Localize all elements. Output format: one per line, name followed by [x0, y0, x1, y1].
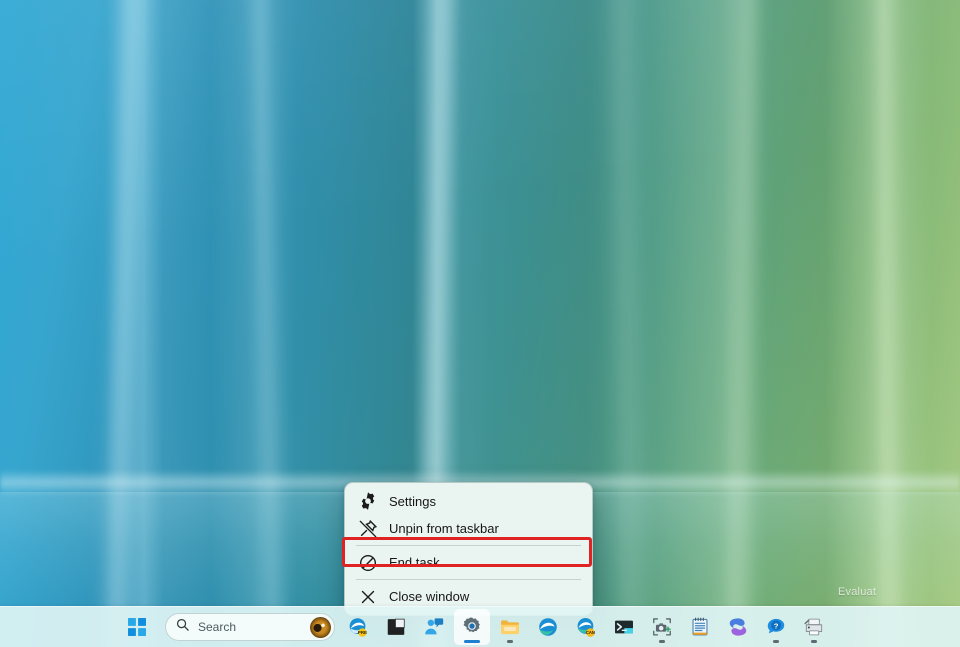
app-running-indicator — [659, 640, 665, 643]
menu-item-unpin-from-taskbar[interactable]: Unpin from taskbar — [345, 515, 592, 542]
terminal-icon — [613, 616, 635, 638]
taskbar-app-edge-pre[interactable]: PRE — [340, 609, 376, 645]
menu-item-label: Unpin from taskbar — [389, 521, 499, 536]
gear-icon — [357, 491, 379, 513]
start-button[interactable] — [119, 609, 155, 645]
app-running-indicator — [811, 640, 817, 643]
desktop[interactable]: Evaluat Settings Unpin from taskbar End … — [0, 0, 960, 647]
menu-separator — [356, 545, 581, 546]
taskbar-app-printer[interactable] — [796, 609, 832, 645]
search-icon — [175, 617, 190, 637]
snipping-tool-icon — [651, 616, 673, 638]
notepad-icon — [689, 616, 711, 638]
printer-icon — [803, 616, 825, 638]
windows-logo-icon — [126, 616, 148, 638]
taskbar-items: Search PRE CAN ? — [0, 609, 833, 645]
taskbar-app-file-manager[interactable] — [378, 609, 414, 645]
unpin-icon — [357, 518, 379, 540]
taskbar-context-menu[interactable]: Settings Unpin from taskbar End task Clo… — [344, 482, 593, 616]
copilot-icon — [727, 616, 749, 638]
svg-text:CAN: CAN — [586, 630, 595, 635]
taskbar-app-get-help[interactable]: ? — [758, 609, 794, 645]
taskbar-app-file-explorer[interactable] — [492, 609, 528, 645]
people-chat-icon — [423, 616, 445, 638]
get-help-icon: ? — [765, 616, 787, 638]
edge-canary-icon: CAN — [575, 616, 597, 638]
taskbar-app-copilot[interactable] — [720, 609, 756, 645]
taskbar-app-edge-canary[interactable]: CAN — [568, 609, 604, 645]
evaluation-copy-watermark: Evaluat — [838, 586, 877, 598]
settings-icon — [461, 616, 483, 638]
app-running-indicator — [773, 640, 779, 643]
taskbar[interactable]: Search PRE CAN ? — [0, 606, 960, 647]
search-input[interactable]: Search — [165, 613, 335, 641]
menu-item-end-task[interactable]: End task — [345, 549, 592, 576]
taskbar-app-terminal[interactable] — [606, 609, 642, 645]
taskbar-app-settings[interactable] — [454, 609, 490, 645]
app-running-indicator — [507, 640, 513, 643]
profile-thumbnail[interactable] — [310, 616, 331, 638]
edge-icon — [537, 616, 559, 638]
menu-separator — [356, 579, 581, 580]
svg-text:PRE: PRE — [358, 630, 367, 635]
menu-item-label: Close window — [389, 589, 470, 604]
edge-pre-icon: PRE — [347, 616, 369, 638]
file-explorer-icon — [499, 616, 521, 638]
svg-text:?: ? — [774, 621, 779, 630]
search-placeholder: Search — [198, 620, 237, 634]
taskbar-app-notepad[interactable] — [682, 609, 718, 645]
menu-item-label: Settings — [389, 494, 436, 509]
menu-item-settings[interactable]: Settings — [345, 488, 592, 515]
menu-item-label: End task — [389, 555, 440, 570]
file-manager-icon — [385, 616, 407, 638]
taskbar-app-snipping-tool[interactable] — [644, 609, 680, 645]
taskbar-app-edge[interactable] — [530, 609, 566, 645]
app-active-indicator — [464, 640, 480, 643]
taskbar-app-chat[interactable] — [416, 609, 452, 645]
end-task-icon — [357, 552, 379, 574]
close-icon — [357, 586, 379, 608]
